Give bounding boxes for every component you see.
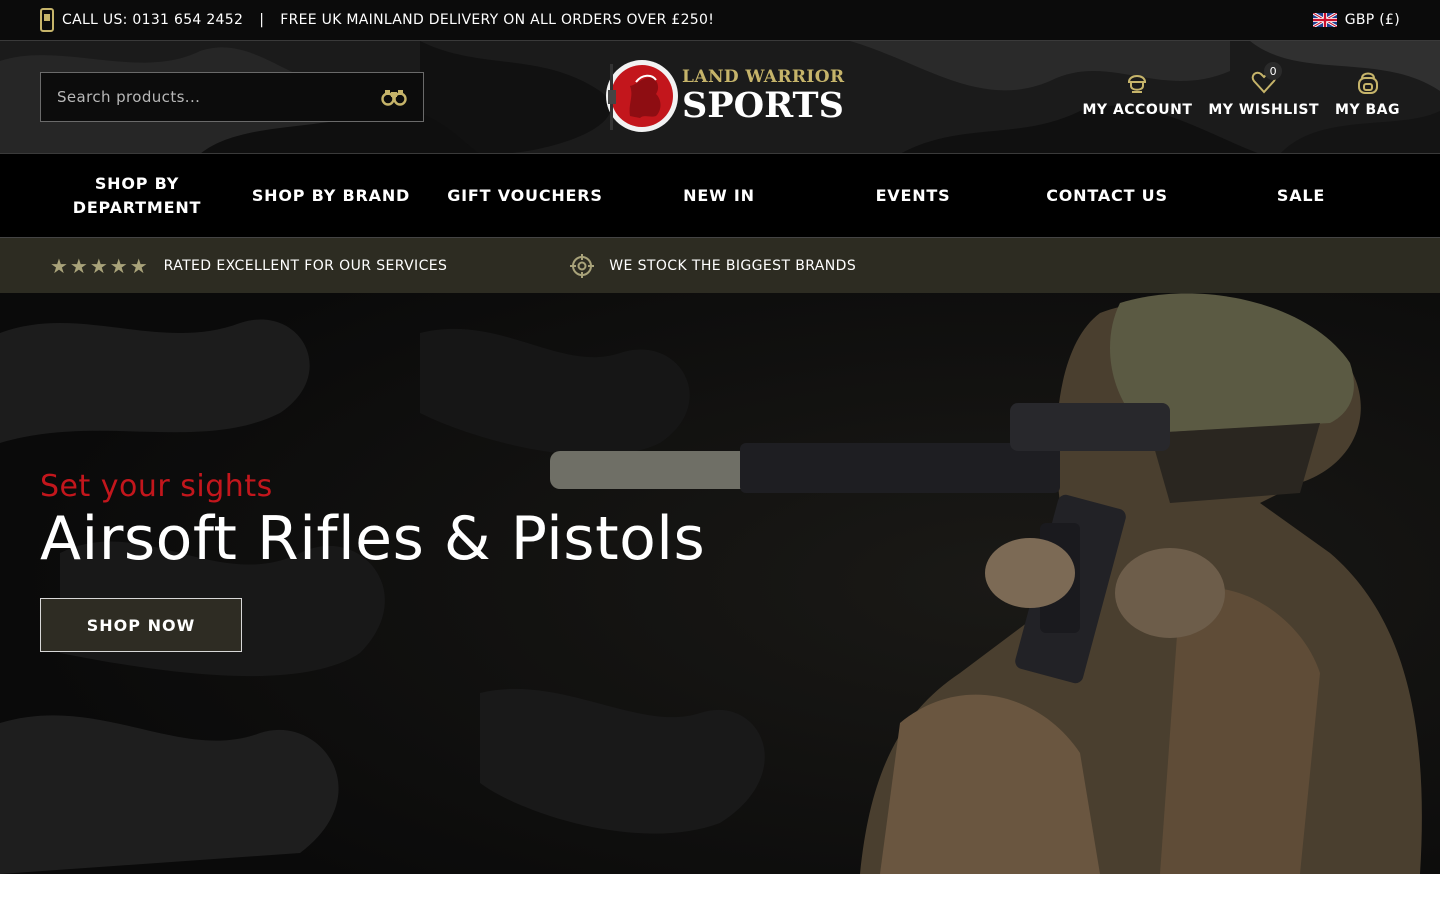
my-wishlist-label: MY WISHLIST [1208,102,1320,118]
logo-line-1: LAND WARRIOR [682,67,845,87]
backpack-bag-icon [1357,72,1378,94]
my-account-label: MY ACCOUNT [1082,102,1193,118]
separator: | [259,12,265,28]
nav-sale[interactable]: SALE [1204,184,1398,208]
site-header: LAND WARRIOR SPORTS MY ACCOUNT 0 MY WISH… [0,41,1440,154]
phone-icon [40,8,54,32]
currency-selector[interactable]: GBP (£) [1311,11,1400,29]
shop-now-button[interactable]: SHOP NOW [40,598,242,652]
nav-gift-vouchers[interactable]: GIFT VOUCHERS [428,184,622,208]
logo-line-2: SPORTS [682,85,844,126]
main-navigation: SHOP BY DEPARTMENT SHOP BY BRAND GIFT VO… [0,154,1440,237]
my-wishlist-link[interactable]: 0 MY WISHLIST [1208,62,1320,118]
search-box[interactable] [40,72,424,122]
rating-text: RATED EXCELLENT FOR OUR SERVICES [163,257,448,274]
nav-shop-by-department[interactable]: SHOP BY DEPARTMENT [40,172,234,220]
hero-eyebrow: Set your sights [40,469,273,504]
brands-usp: WE STOCK THE BIGGEST BRANDS [569,253,856,279]
nav-contact-us[interactable]: CONTACT US [1010,184,1204,208]
my-account-link[interactable]: MY ACCOUNT [1083,68,1193,118]
crosshair-icon [570,253,595,278]
hero-banner: Set your sights Airsoft Rifles & Pistols… [0,293,1440,874]
currency-label: GBP (£) [1344,12,1400,28]
hero-title: Airsoft Rifles & Pistols [40,504,706,574]
wishlist-count-badge: 0 [1264,62,1283,80]
top-bar: CALL US: 0131 654 2452 | FREE UK MAINLAN… [0,0,1440,41]
binoculars-search-icon[interactable] [381,88,407,106]
nav-new-in[interactable]: NEW IN [622,184,816,208]
header-actions: MY ACCOUNT 0 MY WISHLIST MY BAG [1083,62,1401,118]
my-bag-link[interactable]: MY BAG [1335,68,1400,118]
hero-text: Set your sights Airsoft Rifles & Pistols… [40,469,705,652]
my-bag-label: MY BAG [1335,102,1400,118]
nav-shop-by-brand[interactable]: SHOP BY BRAND [234,184,428,208]
brands-text: WE STOCK THE BIGGEST BRANDS [609,257,857,274]
phone-number-text[interactable]: CALL US: 0131 654 2452 [62,12,243,28]
search-input[interactable] [57,88,381,106]
usp-strip: ★★★★★ RATED EXCELLENT FOR OUR SERVICES W… [0,237,1440,293]
nav-events[interactable]: EVENTS [816,184,1010,208]
delivery-message: FREE UK MAINLAND DELIVERY ON ALL ORDERS … [280,12,715,28]
uk-flag-icon [1311,11,1338,29]
star-rating: ★★★★★ [50,253,150,278]
lion-emblem-icon [600,56,680,136]
soldier-account-icon [1128,75,1147,93]
site-logo[interactable]: LAND WARRIOR SPORTS [600,55,845,137]
